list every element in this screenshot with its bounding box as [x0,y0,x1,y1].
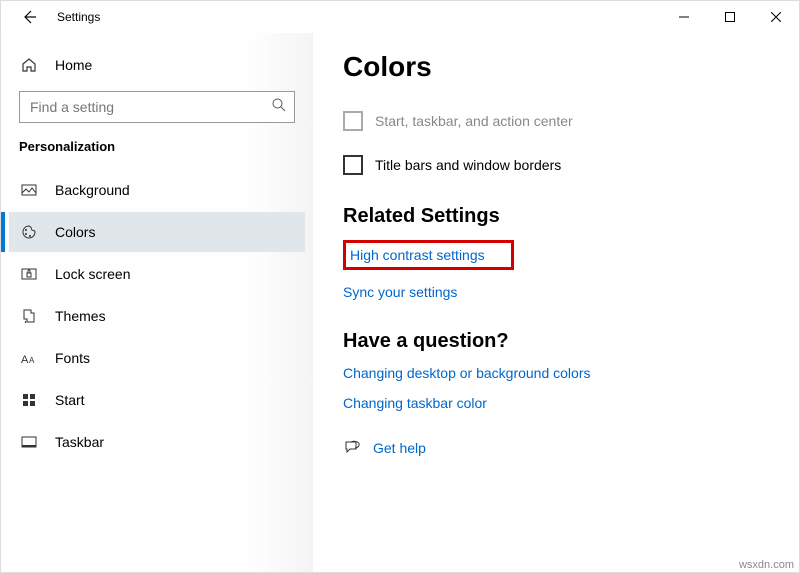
back-button[interactable] [17,5,41,29]
sidebar-item-background[interactable]: Background [9,170,305,210]
window-title: Settings [57,10,100,24]
home-button[interactable]: Home [9,45,305,85]
search-icon [271,97,287,113]
search-wrap [19,91,295,123]
link-desktop-colors[interactable]: Changing desktop or background colors [343,365,769,381]
start-icon [19,392,39,408]
sidebar-item-fonts[interactable]: AA Fonts [9,338,305,378]
checkbox-title-bars[interactable]: Title bars and window borders [343,155,769,175]
titlebar: Settings [1,1,799,33]
link-get-help[interactable]: Get help [373,440,426,456]
home-icon [19,57,39,73]
home-label: Home [55,57,92,73]
sidebar: Home Personalization Background Colors [1,33,313,572]
sidebar-item-themes[interactable]: Themes [9,296,305,336]
close-icon [771,12,781,22]
sidebar-item-taskbar[interactable]: Taskbar [9,422,305,462]
link-sync-settings[interactable]: Sync your settings [343,284,769,300]
settings-window: Settings Home Personalization [0,0,800,573]
svg-text:A: A [29,356,35,365]
checkbox-start-taskbar: Start, taskbar, and action center [343,111,769,131]
sidebar-item-label: Colors [55,224,95,240]
highlight-box: High contrast settings [343,240,514,270]
lock-screen-icon [19,266,39,282]
watermark: wsxdn.com [739,559,794,571]
sidebar-item-start[interactable]: Start [9,380,305,420]
arrow-left-icon [21,9,37,25]
sidebar-item-label: Taskbar [55,434,104,450]
sidebar-item-label: Fonts [55,350,90,366]
search-input[interactable] [19,91,295,123]
window-controls [661,1,799,33]
image-icon [19,182,39,198]
sidebar-item-label: Themes [55,308,106,324]
sidebar-item-label: Lock screen [55,266,130,282]
content-panel: Colors Start, taskbar, and action center… [313,33,799,572]
sidebar-item-lock-screen[interactable]: Lock screen [9,254,305,294]
maximize-button[interactable] [707,1,753,33]
checkbox-label: Start, taskbar, and action center [375,113,573,129]
checkbox-icon [343,155,363,175]
window-body: Home Personalization Background Colors [1,33,799,572]
close-button[interactable] [753,1,799,33]
link-high-contrast[interactable]: High contrast settings [350,247,485,263]
category-label: Personalization [9,139,305,170]
nav-list: Background Colors Lock screen Themes AA … [9,170,305,464]
related-settings-title: Related Settings [343,205,769,228]
get-help-row[interactable]: Get help [343,439,769,457]
svg-text:A: A [21,354,29,366]
maximize-icon [725,12,735,22]
sidebar-item-colors[interactable]: Colors [9,212,305,252]
palette-icon [19,224,39,240]
have-a-question-title: Have a question? [343,330,769,353]
help-chat-icon [343,439,361,457]
fonts-icon: AA [19,350,39,366]
link-taskbar-color[interactable]: Changing taskbar color [343,395,769,411]
themes-icon [19,308,39,324]
taskbar-icon [19,434,39,450]
checkbox-icon [343,111,363,131]
checkbox-label: Title bars and window borders [375,157,561,173]
minimize-icon [679,12,689,22]
page-title: Colors [343,51,769,83]
sidebar-item-label: Start [55,392,85,408]
sidebar-item-label: Background [55,182,130,198]
minimize-button[interactable] [661,1,707,33]
